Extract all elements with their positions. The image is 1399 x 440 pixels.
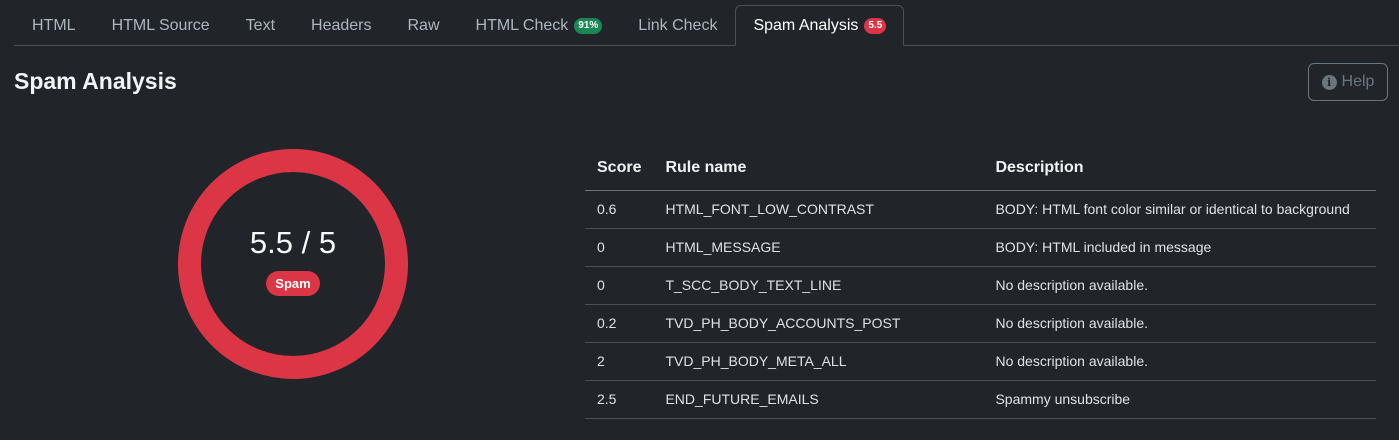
help-button[interactable]: i Help xyxy=(1308,63,1388,101)
table-row: 0.6 HTML_FONT_LOW_CONTRAST BODY: HTML fo… xyxy=(585,190,1376,229)
tab-link-check[interactable]: Link Check xyxy=(620,5,735,46)
rule-name: HTML_MESSAGE xyxy=(653,228,984,267)
tab-label: HTML Check xyxy=(475,16,569,34)
tab-label: Spam Analysis xyxy=(753,16,859,34)
rule-description: Spammy unsubscribe xyxy=(983,380,1376,419)
tab-html-source[interactable]: HTML Source xyxy=(94,5,228,46)
rule-name: TVD_PH_BODY_META_ALL xyxy=(653,342,984,381)
rule-score: 0 xyxy=(585,266,654,305)
page-title: Spam Analysis xyxy=(14,68,177,94)
tab-label: Raw xyxy=(407,16,440,34)
html-check-badge: 91% xyxy=(574,17,603,34)
gauge-score-text: 5.5 / 5 xyxy=(249,224,337,260)
rule-score: 0 xyxy=(585,228,654,267)
rule-description: BODY: HTML font color similar or identic… xyxy=(983,190,1376,229)
rule-name: T_SCC_BODY_TEXT_LINE xyxy=(653,266,984,305)
rule-name: TVD_PH_BODY_ACCOUNTS_POST xyxy=(653,304,984,343)
tab-label: HTML Source xyxy=(111,16,210,34)
rule-score: 0.6 xyxy=(585,190,654,229)
table-row: 0 T_SCC_BODY_TEXT_LINE No description av… xyxy=(585,266,1376,305)
rule-score: 2 xyxy=(585,342,654,381)
tab-label: Headers xyxy=(311,16,372,34)
table-header-row: Score Rule name Description xyxy=(585,147,1376,191)
rule-name: END_FUTURE_EMAILS xyxy=(653,380,984,419)
tab-text[interactable]: Text xyxy=(228,5,293,46)
table-row: 0.2 TVD_PH_BODY_ACCOUNTS_POST No descrip… xyxy=(585,304,1376,343)
table-row: 2 TVD_PH_BODY_META_ALL No description av… xyxy=(585,342,1376,381)
info-circle-icon: i xyxy=(1321,74,1337,90)
gauge-center: 5.5 / 5 Spam xyxy=(178,149,408,379)
table-row: 0 HTML_MESSAGE BODY: HTML included in me… xyxy=(585,228,1376,267)
rule-name: HTML_FONT_LOW_CONTRAST xyxy=(653,190,984,229)
help-button-label: Help xyxy=(1341,73,1375,90)
tab-html-check[interactable]: HTML Check 91% xyxy=(458,5,621,46)
tab-headers[interactable]: Headers xyxy=(293,5,389,46)
rule-score: 2.5 xyxy=(585,380,654,419)
tab-label: Link Check xyxy=(638,16,718,34)
rule-description: No description available. xyxy=(983,266,1376,305)
spam-score-badge: 5.5 xyxy=(864,17,887,34)
rule-score: 0.2 xyxy=(585,304,654,343)
tab-html[interactable]: HTML xyxy=(14,5,94,46)
table-row: 2.5 END_FUTURE_EMAILS Spammy unsubscribe xyxy=(585,380,1376,419)
rule-description: No description available. xyxy=(983,304,1376,343)
tab-raw[interactable]: Raw xyxy=(390,5,458,46)
spam-status-badge: Spam xyxy=(266,270,320,296)
tab-label: HTML xyxy=(32,16,76,34)
tab-bar: HTML HTML Source Text Headers Raw HTML C… xyxy=(14,5,1399,46)
description-column-header: Description xyxy=(983,147,1376,191)
score-column-header: Score xyxy=(585,147,654,191)
rule-column-header: Rule name xyxy=(653,147,984,191)
rule-description: No description available. xyxy=(983,342,1376,381)
rule-description: BODY: HTML included in message xyxy=(983,228,1376,267)
spam-score-gauge: 5.5 / 5 Spam xyxy=(178,149,408,379)
tab-spam-analysis[interactable]: Spam Analysis 5.5 xyxy=(735,5,905,46)
tab-label: Text xyxy=(245,16,276,34)
spam-rules-table: Score Rule name Description 0.6 HTML_FON… xyxy=(585,147,1376,419)
